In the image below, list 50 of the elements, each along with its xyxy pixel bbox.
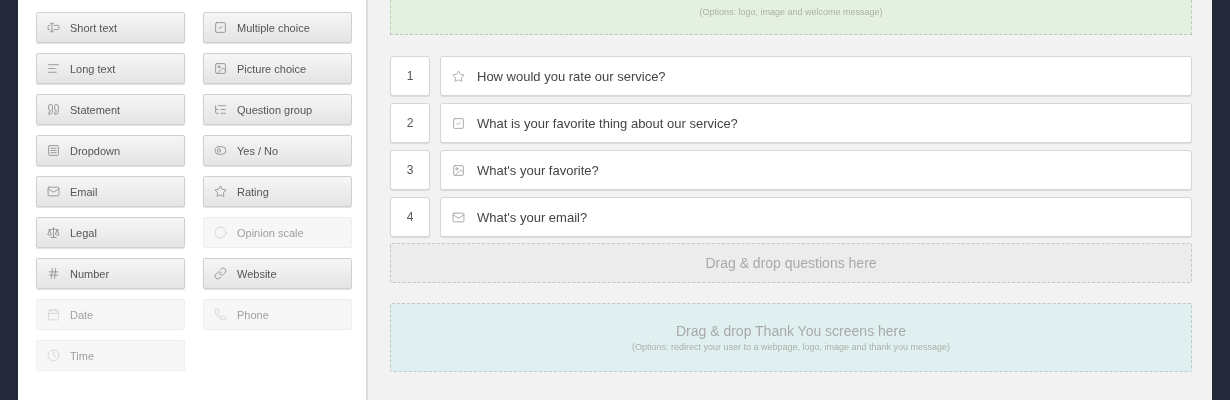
question-number: 4 — [390, 197, 430, 237]
clock-icon — [47, 349, 60, 362]
field-type-button[interactable]: Number — [36, 258, 185, 289]
question-card[interactable]: What is your favorite thing about our service? — [440, 103, 1192, 143]
tree-icon — [214, 103, 227, 116]
field-type-button[interactable]: Picture choice — [203, 53, 352, 84]
star-icon — [214, 185, 227, 198]
question-number: 2 — [390, 103, 430, 143]
checkbox-icon — [452, 116, 465, 130]
drop-zone-hint: (Options: logo, image and welcome message) — [699, 7, 883, 17]
field-type-button[interactable]: Email — [36, 176, 185, 207]
phone-icon — [214, 308, 227, 321]
question-text: What is your favorite thing about our service? — [477, 115, 738, 131]
calendar-icon — [47, 308, 60, 321]
link-icon — [214, 267, 227, 280]
checkbox-icon — [214, 21, 227, 34]
field-type-button[interactable]: Multiple choice — [203, 12, 352, 43]
field-type-button[interactable]: Long text — [36, 53, 185, 84]
question-text: How would you rate our service? — [477, 68, 666, 84]
question-card[interactable]: How would you rate our service? — [440, 56, 1192, 96]
question-number: 3 — [390, 150, 430, 190]
field-type-button[interactable]: Short text — [36, 12, 185, 43]
field-type-button[interactable]: Website — [203, 258, 352, 289]
image-icon — [452, 163, 465, 177]
list-box-icon — [47, 144, 60, 157]
question-text: What's your email? — [477, 209, 588, 225]
circle-icon — [214, 226, 227, 239]
hash-icon — [47, 267, 60, 280]
question-card[interactable]: What's your email? — [440, 197, 1192, 237]
image-icon — [214, 62, 227, 75]
question-number: 1 — [390, 56, 430, 96]
question-card[interactable]: What's your favorite? — [440, 150, 1192, 190]
field-type-button[interactable]: Dropdown — [36, 135, 185, 166]
field-type-button[interactable]: Rating — [203, 176, 352, 207]
text-cursor-icon — [47, 21, 60, 34]
lines-icon — [47, 62, 60, 75]
envelope-icon — [452, 210, 465, 224]
quote-icon — [47, 103, 60, 116]
drop-zone-title: Drag & drop questions here — [705, 255, 877, 271]
star-icon — [452, 69, 465, 83]
field-type-button[interactable]: Legal — [36, 217, 185, 248]
toggle-icon — [214, 144, 227, 157]
field-type-button[interactable]: Yes / No — [203, 135, 352, 166]
envelope-icon — [47, 185, 60, 198]
drop-zone-hint: (Options: redirect your user to a webpage, logo, image and thank you message) — [631, 342, 951, 352]
field-type-button[interactable]: Question group — [203, 94, 352, 125]
question-text: What's your favorite? — [477, 162, 599, 178]
field-type-button[interactable]: Statement — [36, 94, 185, 125]
drop-zone-title: Drag & drop Thank You screens here — [675, 323, 907, 339]
scale-icon — [47, 226, 60, 239]
